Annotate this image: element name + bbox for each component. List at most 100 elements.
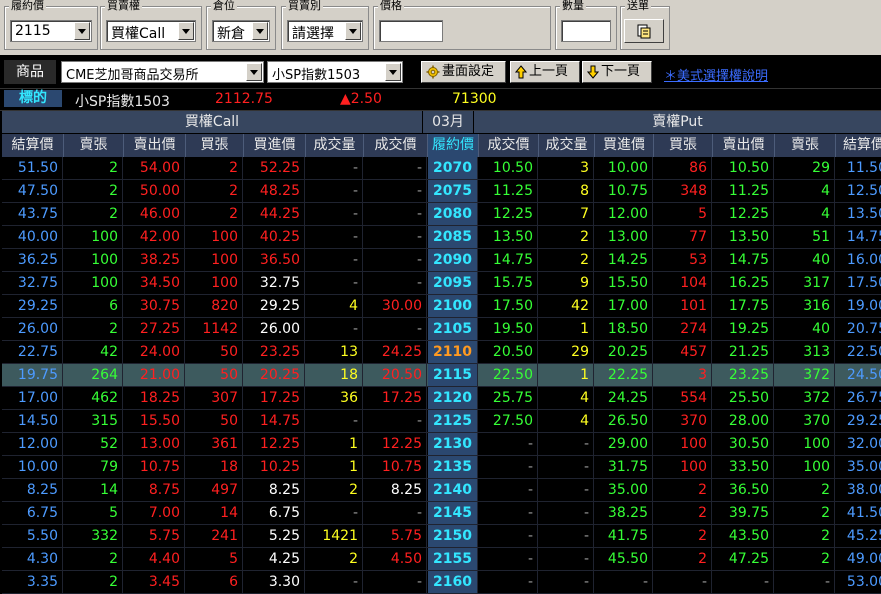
put-bid-price-cell[interactable]: 20.25 (595, 341, 653, 363)
call-ask-size-cell[interactable]: 2 (64, 318, 123, 340)
put-volume-cell[interactable]: - (539, 571, 594, 593)
put-last-price-cell[interactable]: 14.75 (479, 249, 538, 271)
put-ask-price-cell[interactable]: 21.25 (713, 341, 774, 363)
call-bid-price-cell[interactable]: 29.25 (244, 295, 305, 317)
call-bid-size-cell[interactable]: 820 (186, 295, 243, 317)
put-volume-cell[interactable]: 4 (539, 387, 594, 409)
strike-cell[interactable]: 2125 (428, 410, 478, 432)
table-row[interactable]: 22.75 42 24.00 50 23.25 13 24.25 2110 20.50 29 20.… (2, 341, 881, 364)
call-volume-cell[interactable]: 18 (306, 364, 363, 386)
put-last-price-cell[interactable]: - (479, 525, 538, 547)
call-settlement-cell[interactable]: 14.50 (2, 410, 63, 432)
put-ask-size-cell[interactable]: 51 (775, 226, 835, 248)
put-ask-size-cell[interactable]: 370 (775, 410, 835, 432)
put-bid-price-cell[interactable]: 14.25 (595, 249, 653, 271)
call-last-price-cell[interactable]: - (364, 249, 427, 271)
table-row[interactable]: 10.00 79 10.75 18 10.25 1 10.75 2135- -31.75 100 3… (2, 456, 881, 479)
call-bid-price-cell[interactable]: 26.00 (244, 318, 305, 340)
put-ask-price-cell[interactable]: 10.50 (713, 157, 774, 179)
put-bid-price-cell[interactable]: 22.25 (595, 364, 653, 386)
call-ask-price-cell[interactable]: 5.75 (124, 525, 185, 547)
next-page-button[interactable]: 下一頁 (582, 61, 652, 83)
table-row[interactable]: 6.7557.00146.75--2145--38.25239.75241.50 (2, 502, 881, 525)
put-last-price-cell[interactable]: 22.50 (479, 364, 538, 386)
call-ask-price-cell[interactable]: 8.75 (124, 479, 185, 501)
strike-cell[interactable]: 2090 (428, 249, 478, 271)
call-ask-size-cell[interactable]: 100 (64, 249, 123, 271)
put-last-price-cell[interactable]: 17.50 (479, 295, 538, 317)
buy-sell-select[interactable]: 請選擇 (287, 20, 363, 42)
table-row[interactable]: 40.00 100 42.00 100 40.25- -2085 13.50 2 13.00 77… (2, 226, 881, 249)
call-volume-cell[interactable]: - (306, 410, 363, 432)
put-bid-size-cell[interactable]: 348 (654, 180, 712, 202)
put-volume-cell[interactable]: 2 (539, 226, 594, 248)
call-volume-cell[interactable]: - (306, 249, 363, 271)
put-ask-price-cell[interactable]: 16.25 (713, 272, 774, 294)
call-ask-price-cell[interactable]: 38.25 (124, 249, 185, 271)
call-bid-price-cell[interactable]: 32.75 (244, 272, 305, 294)
product-select[interactable]: 小SP指數1503 (267, 61, 403, 83)
put-bid-size-cell[interactable]: 77 (654, 226, 712, 248)
call-bid-size-cell[interactable]: 50 (186, 410, 243, 432)
call-settlement-cell[interactable]: 43.75 (2, 203, 63, 225)
put-bid-price-cell[interactable]: 10.75 (595, 180, 653, 202)
table-row[interactable]: 19.75 264 21.00 50 20.25 18 20.50 2115 22.50 1 22.… (2, 364, 881, 387)
put-volume-cell[interactable]: - (539, 479, 594, 501)
call-ask-price-cell[interactable]: 3.45 (124, 571, 185, 593)
strike-cell[interactable]: 2150 (428, 525, 478, 547)
call-ask-price-cell[interactable]: 15.50 (124, 410, 185, 432)
call-ask-price-cell[interactable]: 27.25 (124, 318, 185, 340)
call-last-price-cell[interactable]: - (364, 272, 427, 294)
put-bid-size-cell[interactable]: 104 (654, 272, 712, 294)
put-bid-size-cell[interactable]: 5 (654, 203, 712, 225)
exchange-select[interactable]: CME芝加哥商品交易所 (61, 61, 264, 83)
call-bid-price-cell[interactable]: 12.25 (244, 433, 305, 455)
put-settlement-cell[interactable]: 11.50 (836, 157, 881, 179)
call-bid-size-cell[interactable]: 6 (186, 571, 243, 593)
call-settlement-cell[interactable]: 12.00 (2, 433, 63, 455)
chevron-down-icon[interactable] (246, 63, 262, 81)
call-ask-price-cell[interactable]: 10.75 (124, 456, 185, 478)
call-bid-size-cell[interactable]: 307 (186, 387, 243, 409)
put-volume-cell[interactable]: 2 (539, 249, 594, 271)
put-settlement-cell[interactable]: 19.00 (836, 295, 881, 317)
strike-cell[interactable]: 2095 (428, 272, 478, 294)
put-bid-price-cell[interactable]: 31.75 (595, 456, 653, 478)
put-volume-cell[interactable]: 7 (539, 203, 594, 225)
prev-page-button[interactable]: 上一頁 (510, 61, 580, 83)
table-row[interactable]: 32.75 100 34.50 100 32.75- -2095 15.75 9 15.50 10… (2, 272, 881, 295)
call-ask-size-cell[interactable]: 100 (64, 226, 123, 248)
put-ask-size-cell[interactable]: 317 (775, 272, 835, 294)
put-ask-size-cell[interactable]: 100 (775, 456, 835, 478)
put-volume-cell[interactable]: 9 (539, 272, 594, 294)
put-settlement-cell[interactable]: 35.00 (836, 456, 881, 478)
put-ask-size-cell[interactable]: 4 (775, 203, 835, 225)
put-bid-price-cell[interactable]: 41.75 (595, 525, 653, 547)
put-volume-cell[interactable]: - (539, 525, 594, 547)
put-settlement-cell[interactable]: 17.50 (836, 272, 881, 294)
call-volume-cell[interactable]: 13 (306, 341, 363, 363)
put-bid-size-cell[interactable]: 100 (654, 456, 712, 478)
call-volume-cell[interactable]: - (306, 157, 363, 179)
put-bid-size-cell[interactable]: - (654, 571, 712, 593)
call-ask-size-cell[interactable]: 42 (64, 341, 123, 363)
call-ask-size-cell[interactable]: 2 (64, 180, 123, 202)
put-ask-price-cell[interactable]: 30.50 (713, 433, 774, 455)
put-last-price-cell[interactable]: - (479, 502, 538, 524)
send-order-button[interactable] (624, 19, 664, 43)
put-last-price-cell[interactable]: - (479, 571, 538, 593)
put-settlement-cell[interactable]: 49.00 (836, 548, 881, 570)
put-ask-price-cell[interactable]: 14.75 (713, 249, 774, 271)
call-ask-size-cell[interactable]: 2 (64, 571, 123, 593)
strike-cell[interactable]: 2140 (428, 479, 478, 501)
call-last-price-cell[interactable]: - (364, 502, 427, 524)
call-bid-price-cell[interactable]: 40.25 (244, 226, 305, 248)
price-input[interactable] (379, 20, 443, 42)
strike-cell[interactable]: 2070 (428, 157, 478, 179)
put-last-price-cell[interactable]: 27.50 (479, 410, 538, 432)
screen-settings-button[interactable]: 畫面設定 (421, 61, 506, 83)
call-volume-cell[interactable]: 1 (306, 456, 363, 478)
call-settlement-cell[interactable]: 4.30 (2, 548, 63, 570)
put-ask-price-cell[interactable]: 36.50 (713, 479, 774, 501)
put-ask-price-cell[interactable]: 43.50 (713, 525, 774, 547)
